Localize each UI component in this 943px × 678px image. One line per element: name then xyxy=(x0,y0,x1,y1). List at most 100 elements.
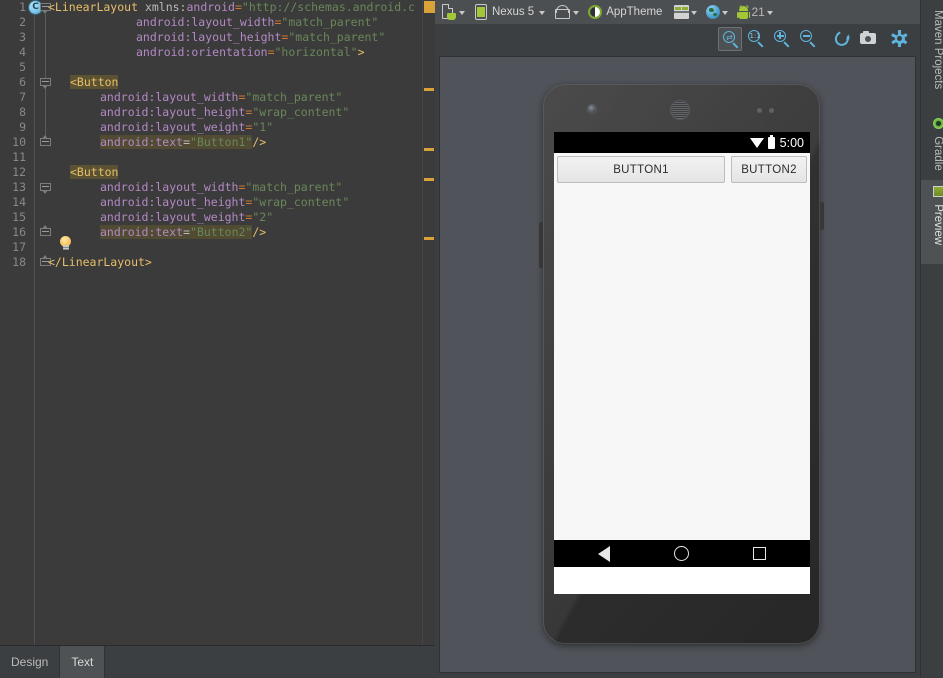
warning-marker[interactable] xyxy=(424,88,434,91)
screenshot-button[interactable] xyxy=(856,27,880,51)
warning-marker[interactable] xyxy=(424,237,434,240)
fold-rail xyxy=(34,0,35,645)
preview-zoom-toolbar: ⇄ 1:1 xyxy=(435,24,920,54)
code-text-area[interactable]: <LinearLayout xmlns:android="http://sche… xyxy=(48,0,435,645)
language-selector[interactable] xyxy=(703,1,731,23)
zoom-in-button[interactable] xyxy=(770,27,794,51)
code-token-eq: = xyxy=(183,225,190,239)
line-number: 10 xyxy=(0,135,26,150)
code-token-tag: <Button xyxy=(70,165,118,179)
tool-tab-gradle[interactable]: Gradle xyxy=(921,112,943,177)
refresh-button[interactable] xyxy=(830,27,854,51)
line-number: 16 xyxy=(0,225,26,240)
theme-label: AppTheme xyxy=(606,6,662,18)
home-icon[interactable] xyxy=(674,546,689,561)
earpiece-speaker-icon xyxy=(671,101,689,119)
error-marker[interactable] xyxy=(424,1,435,13)
zoom-out-button[interactable] xyxy=(796,27,820,51)
line-number: 5 xyxy=(0,60,26,75)
preview-canvas[interactable]: 5:00 BUTTON1 BUTTON2 xyxy=(439,56,916,673)
preview-button-1[interactable]: BUTTON1 xyxy=(557,156,725,183)
device-screen[interactable]: 5:00 BUTTON1 BUTTON2 xyxy=(554,132,810,594)
line-number: 13 xyxy=(0,180,26,195)
camera-icon xyxy=(860,33,876,44)
editor-scroll-area[interactable]: 1 2 3 4 5 6 7 8 9 10 11 12 13 14 15 16 1… xyxy=(0,0,435,645)
preview-pane: Nexus 5 AppTheme 21 xyxy=(435,0,920,677)
zoom-fit-glyph: ⇄ xyxy=(726,34,733,41)
device-label: Nexus 5 xyxy=(492,6,534,18)
layout-variant-icon xyxy=(674,5,689,19)
code-token-ns: android:layout_height xyxy=(100,105,245,119)
code-token-tag: </LinearLayout> xyxy=(48,255,152,269)
code-token-eq: = xyxy=(235,0,242,14)
code-token-close: /> xyxy=(252,225,266,239)
linear-layout-horizontal: BUTTON1 BUTTON2 xyxy=(554,153,810,183)
code-token-ns: android xyxy=(186,0,234,14)
api-level-selector[interactable]: 21 xyxy=(734,1,775,23)
tool-tab-preview[interactable]: Preview xyxy=(921,180,943,264)
code-line-4: android:orientation="horizontal"> xyxy=(48,45,365,60)
power-button xyxy=(820,202,824,230)
recents-icon[interactable] xyxy=(753,547,766,560)
zoom-actual-size-button[interactable]: 1:1 xyxy=(744,27,768,51)
code-token-eq: = xyxy=(183,135,190,149)
orientation-selector[interactable] xyxy=(551,1,582,23)
line-number: 15 xyxy=(0,210,26,225)
code-line-2: android:layout_width="match_parent" xyxy=(48,15,378,30)
zoom-to-fit-button[interactable]: ⇄ xyxy=(718,27,742,51)
chevron-down-icon xyxy=(573,11,579,15)
battery-icon xyxy=(768,137,775,149)
line-number: 6 xyxy=(0,75,26,90)
code-token-ns: android:text xyxy=(100,135,183,149)
device-selector[interactable]: Nexus 5 xyxy=(471,1,548,23)
api-level-label: 21 xyxy=(751,5,764,19)
editor-gutter[interactable]: 1 2 3 4 5 6 7 8 9 10 11 12 13 14 15 16 1… xyxy=(0,0,48,645)
preview-button-2[interactable]: BUTTON2 xyxy=(731,156,807,183)
gradle-icon xyxy=(933,118,943,129)
code-token-ns: android:layout_weight xyxy=(100,120,245,134)
android-navigation-bar xyxy=(554,540,810,567)
editor-marker-strip[interactable] xyxy=(422,0,435,645)
code-token-value: "horizontal" xyxy=(275,45,358,59)
chevron-down-icon xyxy=(767,11,773,15)
code-line-18: </LinearLayout> xyxy=(48,255,152,270)
warning-marker[interactable] xyxy=(424,178,434,181)
line-number: 11 xyxy=(0,150,26,165)
line-number: 4 xyxy=(0,45,26,60)
code-token-value: "wrap_content" xyxy=(252,105,349,119)
code-token-ns: android:layout_width xyxy=(136,15,274,29)
warning-marker[interactable] xyxy=(424,148,434,151)
code-token-ns: android:layout_height xyxy=(136,30,281,44)
chevron-down-icon xyxy=(691,11,697,15)
code-token-value: "match_parent" xyxy=(281,15,378,29)
code-line-7: android:layout_width="match_parent" xyxy=(48,90,342,105)
line-number: 14 xyxy=(0,195,26,210)
android-icon xyxy=(737,5,750,19)
fold-region-line xyxy=(45,12,46,136)
device-file-selector[interactable] xyxy=(439,1,468,23)
code-token-value: "Button1" xyxy=(190,135,252,149)
tab-text[interactable]: Text xyxy=(60,646,105,678)
code-token-value: "http://schemas.android.c xyxy=(242,0,415,14)
proximity-sensor-icon xyxy=(757,108,762,113)
theme-selector[interactable]: AppTheme xyxy=(585,1,668,23)
wifi-icon xyxy=(750,138,764,148)
code-line-13: android:layout_width="match_parent" xyxy=(48,180,342,195)
code-token-ns: android:text xyxy=(100,225,183,239)
tool-tab-maven-projects[interactable]: Maven Projects xyxy=(921,4,943,95)
back-icon[interactable] xyxy=(598,546,610,562)
editor-mode-tabs: Design Text xyxy=(0,645,435,678)
preview-config-toolbar: Nexus 5 AppTheme 21 xyxy=(435,0,920,24)
line-number: 12 xyxy=(0,165,26,180)
tool-tab-label: Maven Projects xyxy=(932,10,943,89)
settings-button[interactable] xyxy=(888,27,912,51)
layout-file-icon xyxy=(442,4,457,20)
code-token-ns: android:layout_height xyxy=(100,195,245,209)
code-token-ns: android:layout_weight xyxy=(100,210,245,224)
code-token-attr: xmlns: xyxy=(138,0,186,14)
front-camera-icon xyxy=(588,105,596,113)
tab-design[interactable]: Design xyxy=(0,646,60,678)
globe-icon xyxy=(706,5,720,19)
locale-selector[interactable] xyxy=(671,1,700,23)
line-number: 1 xyxy=(0,0,26,15)
